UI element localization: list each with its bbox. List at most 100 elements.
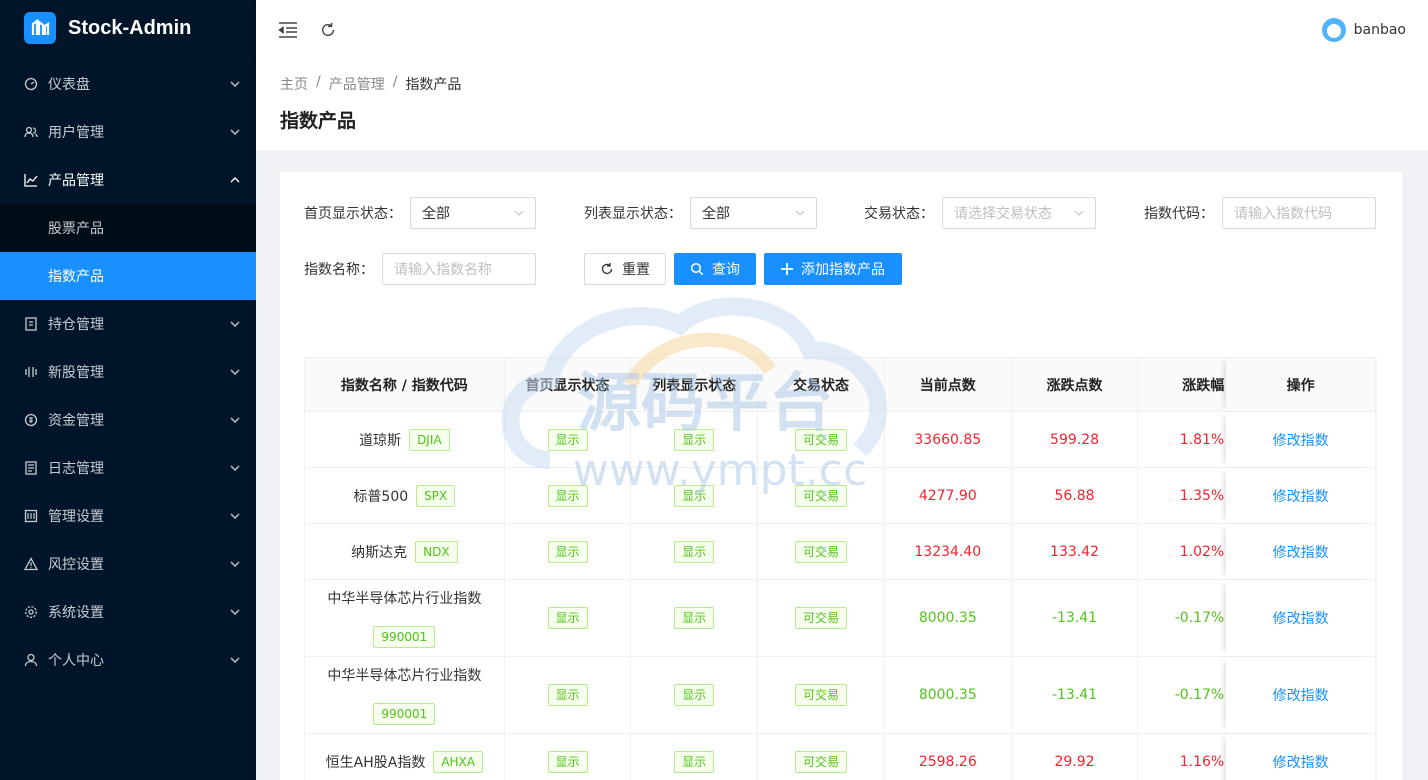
gear-icon [24, 605, 38, 619]
reset-label: 重置 [622, 262, 650, 278]
trade-status-select[interactable]: 请选择交易状态 [942, 197, 1096, 229]
index-name-cell: 中华半导体芯片行业指数 990001 [305, 580, 505, 656]
table-row: 标普500 SPX 显示 显示 可交易 4277.90 56.88 1.35% 修改指数 [305, 468, 1376, 524]
reset-button[interactable]: 重置 [584, 253, 666, 285]
sidebar-item-5[interactable]: 资金管理 [0, 396, 256, 444]
change-points: 599.28 [1012, 412, 1139, 467]
list-status-tag: 显示 [674, 607, 715, 629]
submenu-item-0[interactable]: 股票产品 [0, 204, 256, 252]
index-code-tag: NDX [415, 540, 458, 563]
search-icon [690, 262, 704, 276]
filter-trade-status: 交易状态： 请选择交易状态 [864, 197, 1096, 229]
change-points: 29.92 [1012, 734, 1139, 780]
submenu-item-1[interactable]: 指数产品 [0, 252, 256, 300]
list-status-cell: 显示 [631, 524, 759, 579]
table-row: 恒生AH股A指数 AHXA 显示 显示 可交易 2598.26 29.92 1.16% 修改指数 [305, 734, 1376, 780]
index-code-tag: AHXA [433, 750, 483, 773]
list-status-cell: 显示 [631, 580, 759, 656]
list-status-tag: 显示 [674, 750, 715, 773]
home-status-tag: 显示 [547, 750, 588, 773]
index-name-input[interactable]: 请输入指数名称 [382, 253, 536, 285]
index-name-cell: 道琼斯 DJIA [305, 412, 505, 467]
sidebar-item-9[interactable]: 系统设置 [0, 588, 256, 636]
add-index-button[interactable]: 添加指数产品 [764, 253, 902, 285]
action-cell: 修改指数 [1226, 524, 1376, 579]
list-status-tag: 显示 [674, 540, 715, 563]
edit-index-link[interactable]: 修改指数 [1273, 608, 1329, 628]
edit-index-link[interactable]: 修改指数 [1273, 685, 1329, 705]
current-points: 4277.90 [885, 468, 1012, 523]
chevron-down-icon [795, 210, 805, 216]
search-button[interactable]: 查询 [674, 253, 756, 285]
home-status-cell: 显示 [505, 580, 632, 656]
edit-index-link[interactable]: 修改指数 [1273, 542, 1329, 562]
edit-index-link[interactable]: 修改指数 [1273, 752, 1329, 772]
current-points: 8000.35 [885, 580, 1012, 656]
label-colon: ： [668, 206, 682, 222]
sidebar-menu: 仪表盘用户管理产品管理股票产品 指数产品 持仓管理新股管理资金管理日志管理管理设置风… [0, 60, 256, 684]
home-status-select[interactable]: 全部 [410, 197, 536, 229]
sidebar: Stock-Admin 仪表盘用户管理产品管理股票产品 指数产品 持仓管理新股管理资… [0, 0, 256, 780]
change-percent: 1.02% [1179, 543, 1225, 560]
logo[interactable]: Stock-Admin [0, 0, 256, 56]
collapse-menu-button[interactable] [256, 0, 320, 60]
trade-status-tag: 可交易 [795, 684, 848, 706]
sidebar-item-2[interactable]: 产品管理 [0, 156, 256, 204]
breadcrumb-separator: / [316, 74, 321, 90]
breadcrumb: 主页 / 产品管理 / 指数产品 [280, 74, 1404, 94]
list-status-value: 全部 [702, 206, 730, 222]
breadcrumb-product[interactable]: 产品管理 [329, 74, 385, 94]
list-status-tag: 显示 [674, 484, 715, 507]
trade-status-tag: 可交易 [795, 750, 848, 773]
index-name: 标普500 [353, 488, 409, 505]
index-code-tag: 990001 [373, 703, 436, 725]
column-header-6: 涨跌幅 [1182, 377, 1225, 394]
change-points: -13.41 [1012, 657, 1139, 733]
sidebar-item-6[interactable]: 日志管理 [0, 444, 256, 492]
username: banbao [1353, 22, 1406, 38]
filter-list-status: 列表显示状态： 全部 [584, 197, 817, 229]
sidebar-item-label: 产品管理 [48, 173, 104, 189]
breadcrumb-home[interactable]: 主页 [280, 74, 308, 94]
sidebar-item-0[interactable]: 仪表盘 [0, 60, 256, 108]
sidebar-item-4[interactable]: 新股管理 [0, 348, 256, 396]
sidebar-item-1[interactable]: 用户管理 [0, 108, 256, 156]
index-name-cell: 标普500 SPX [305, 468, 505, 523]
warning-icon [24, 557, 38, 571]
label-colon: ： [388, 206, 402, 222]
index-name-placeholder: 请输入指数名称 [394, 262, 492, 278]
list-status-tag: 显示 [674, 428, 715, 451]
chevron-down-icon [230, 609, 240, 615]
edit-index-link[interactable]: 修改指数 [1273, 486, 1329, 506]
trade-status-cell: 可交易 [758, 524, 885, 579]
refresh-button[interactable] [320, 0, 336, 60]
change-percent: 1.16% [1179, 753, 1225, 770]
sidebar-item-label: 仪表盘 [48, 77, 90, 93]
home-status-tag: 显示 [547, 428, 588, 451]
chevron-down-icon [230, 129, 240, 135]
home-status-tag: 显示 [547, 607, 588, 629]
edit-index-link[interactable]: 修改指数 [1273, 430, 1329, 450]
add-index-label: 添加指数产品 [801, 262, 885, 278]
chevron-down-icon [230, 81, 240, 87]
trade-status-tag: 可交易 [795, 607, 848, 629]
index-code-tag: DJIA [409, 428, 450, 451]
current-points: 8000.35 [885, 657, 1012, 733]
list-status-select[interactable]: 全部 [690, 197, 817, 229]
index-code-input[interactable]: 请输入指数代码 [1222, 197, 1376, 229]
sidebar-item-10[interactable]: 个人中心 [0, 636, 256, 684]
home-status-value: 全部 [422, 206, 450, 222]
change-percent: 1.81% [1179, 431, 1225, 448]
sidebar-item-7[interactable]: 管理设置 [0, 492, 256, 540]
table-body: 道琼斯 DJIA 显示 显示 可交易 33660.85 599.28 1.81% 修改指数 标普5… [305, 412, 1376, 780]
sidebar-item-8[interactable]: 风控设置 [0, 540, 256, 588]
sidebar-item-label: 日志管理 [48, 461, 104, 477]
sidebar-item-label: 管理设置 [48, 509, 104, 525]
sidebar-item-3[interactable]: 持仓管理 [0, 300, 256, 348]
chevron-down-icon [230, 465, 240, 471]
chevron-down-icon [230, 657, 240, 663]
current-points: 2598.26 [885, 734, 1012, 780]
sidebar-item-label: 新股管理 [48, 365, 104, 381]
admin-settings-icon [24, 509, 38, 523]
user-menu[interactable]: banbao [1321, 18, 1406, 42]
